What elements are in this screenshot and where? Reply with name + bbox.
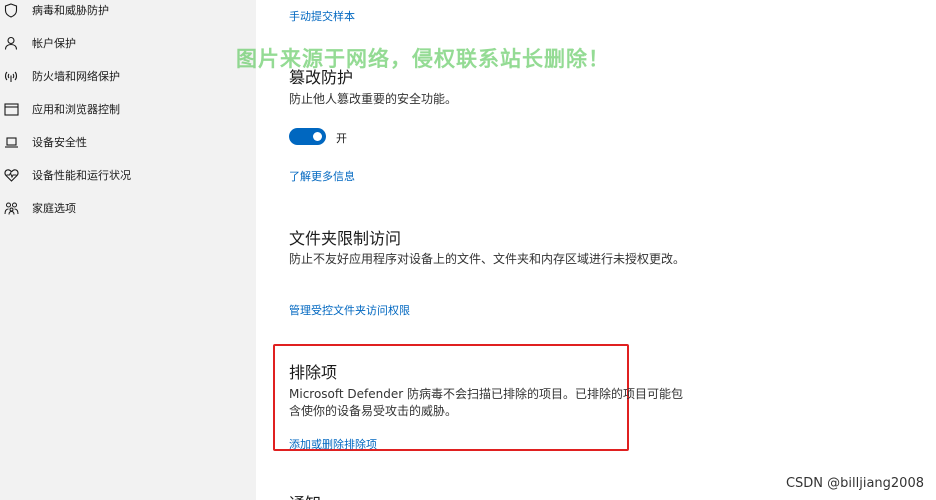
sidebar: 病毒和威胁防护 帐户保护 防火墙和网络保护 应用和浏览器控制 设备安全性 设备性… xyxy=(0,0,256,500)
sidebar-item-label: 应用和浏览器控制 xyxy=(32,103,120,116)
folder-access-title: 文件夹限制访问 xyxy=(289,229,402,248)
manage-folder-access-link[interactable]: 管理受控文件夹访问权限 xyxy=(289,302,410,318)
laptop-icon xyxy=(3,134,19,150)
credit-text: CSDN @billjiang2008 xyxy=(785,476,924,491)
exclusions-description: Microsoft Defender 防病毒不会扫描已排除的项目。已排除的项目可… xyxy=(289,387,684,418)
notifications-title: 通知 xyxy=(289,490,321,500)
exclusions-title: 排除项 xyxy=(289,363,338,382)
toggle-state-label: 开 xyxy=(336,132,347,145)
watermark-text: 图片来源于网络，侵权联系站长删除！ xyxy=(236,47,610,71)
tamper-protection-toggle[interactable] xyxy=(289,128,326,145)
sidebar-item-label: 防火墙和网络保护 xyxy=(32,70,120,83)
sidebar-item-virus-protection[interactable]: 病毒和威胁防护 xyxy=(0,0,256,23)
toggle-knob xyxy=(313,132,322,141)
family-icon xyxy=(3,200,19,216)
heart-pulse-icon xyxy=(3,167,19,183)
add-remove-exclusions-link[interactable]: 添加或删除排除项 xyxy=(289,436,377,452)
sidebar-item-account-protection[interactable]: 帐户保护 xyxy=(0,30,256,56)
sidebar-item-app-browser-control[interactable]: 应用和浏览器控制 xyxy=(0,96,256,122)
wifi-antenna-icon xyxy=(3,68,19,84)
sidebar-item-family-options[interactable]: 家庭选项 xyxy=(0,195,256,221)
sidebar-item-label: 设备安全性 xyxy=(32,136,87,149)
sidebar-item-label: 病毒和威胁防护 xyxy=(32,4,109,17)
folder-access-description: 防止不友好应用程序对设备上的文件、文件夹和内存区域进行未授权更改。 xyxy=(289,252,686,266)
tamper-protection-description: 防止他人篡改重要的安全功能。 xyxy=(289,92,458,106)
sidebar-item-label: 家庭选项 xyxy=(32,202,76,215)
sidebar-item-device-security[interactable]: 设备安全性 xyxy=(0,129,256,155)
app-window-icon xyxy=(3,101,19,117)
sidebar-item-label: 帐户保护 xyxy=(32,37,76,50)
sidebar-item-firewall[interactable]: 防火墙和网络保护 xyxy=(0,63,256,89)
shield-icon xyxy=(3,2,19,18)
sidebar-item-device-performance[interactable]: 设备性能和运行状况 xyxy=(0,162,256,188)
person-icon xyxy=(3,35,19,51)
sidebar-item-label: 设备性能和运行状况 xyxy=(32,169,131,182)
submit-sample-link[interactable]: 手动提交样本 xyxy=(289,8,355,24)
learn-more-link[interactable]: 了解更多信息 xyxy=(289,168,355,184)
